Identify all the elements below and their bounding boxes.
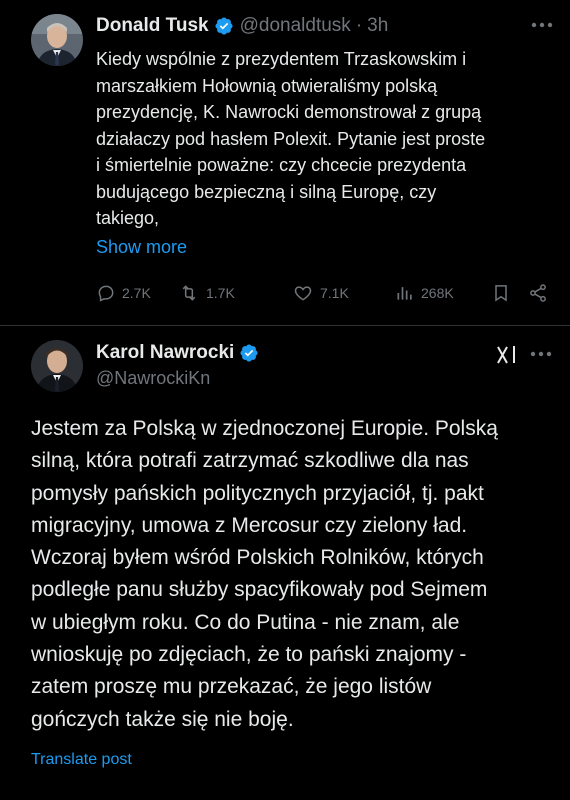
tweet-actions: 2.7K 1.7K 7.1K 268K xyxy=(96,283,556,307)
like-count: 7.1K xyxy=(320,285,349,301)
tweet-text-line: marszałkiem Hołownią otwieraliśmy polską xyxy=(96,75,438,96)
tweet-text-line: budującego bezpieczną i silną Europę, cz… xyxy=(96,181,437,202)
tweet-text-line: pomysły pańskich politycznych przyjaciół… xyxy=(31,481,484,505)
repost-icon xyxy=(182,285,196,301)
grok-icon[interactable] xyxy=(494,343,518,367)
verified-badge-icon xyxy=(240,344,258,362)
bookmark-button[interactable] xyxy=(491,283,517,303)
tweet-text-line: Wczoraj byłem wśród Polskich Rolników, k… xyxy=(31,546,484,570)
tweet-text-line: zatem proszę mu przekazać, że jego listó… xyxy=(31,675,432,699)
tweet-donald-tusk[interactable]: Donald Tusk @donaldtusk · 3h Kiedy wspól… xyxy=(0,0,570,330)
like-button[interactable]: 7.1K xyxy=(292,283,349,303)
tweet-text: Kiedy wspólnie z prezydentem Trzaskowski… xyxy=(96,46,551,232)
share-button[interactable] xyxy=(528,283,554,303)
more-options-icon[interactable] xyxy=(530,350,552,358)
share-icon xyxy=(530,284,546,302)
tweet-header: Karol Nawrocki xyxy=(96,340,259,366)
tweet-text-line: takiego, xyxy=(96,208,160,228)
author-handle[interactable]: @NawrockiKn xyxy=(96,368,210,389)
repost-button[interactable]: 1.7K xyxy=(178,283,235,303)
timestamp[interactable]: 3h xyxy=(367,15,388,37)
tweet-header: Donald Tusk @donaldtusk · 3h xyxy=(96,13,388,39)
tweet-text: Jestem za Polską w zjednoczonej Europie.… xyxy=(31,413,561,736)
tweet-text-line: i śmiertelnie poważne: czy chcecie prezy… xyxy=(96,155,467,175)
tweet-text-line: silną, która potrafi zatrzymać szkodliwe… xyxy=(31,449,469,473)
avatar[interactable] xyxy=(31,340,83,392)
reply-icon xyxy=(98,285,114,302)
views-icon xyxy=(397,287,412,300)
views-button[interactable]: 268K xyxy=(395,283,454,303)
avatar[interactable] xyxy=(31,14,83,66)
repost-count: 1.7K xyxy=(206,285,235,301)
separator-dot: · xyxy=(355,15,363,36)
tweet-text-line: Jestem za Polską w zjednoczonej Europie.… xyxy=(31,417,498,440)
tweet-text-line: podległe panu służby spacyfikowały pod S… xyxy=(31,578,488,602)
author-name[interactable]: Donald Tusk xyxy=(96,15,209,37)
more-options-icon[interactable] xyxy=(531,21,553,29)
reply-button[interactable]: 2.7K xyxy=(96,283,151,303)
views-count: 268K xyxy=(421,285,454,301)
tweet-text-line: wnioskuję po zdjęciach, że to pański zna… xyxy=(31,643,467,667)
tweet-text-line: migracyjny, umowa z Mercosur czy zielony… xyxy=(31,513,468,537)
tweet-text-line: działaczy pod hasłem Polexit. Pytanie je… xyxy=(96,128,486,149)
show-more-link[interactable]: Show more xyxy=(96,237,187,258)
verified-badge-icon xyxy=(215,17,233,35)
tweet-text-line: Kiedy wspólnie z prezydentem Trzaskowski… xyxy=(96,49,467,69)
bookmark-icon xyxy=(495,285,507,302)
like-icon xyxy=(294,286,312,301)
author-name[interactable]: Karol Nawrocki xyxy=(96,342,234,364)
tweet-text-line: gończych także się nie boję. xyxy=(31,707,294,731)
translate-post-link[interactable]: Translate post xyxy=(31,751,132,769)
tweet-divider xyxy=(0,325,570,326)
tweet-text-line: prezydencję, K. Nawrocki demonstrował z … xyxy=(96,102,482,122)
reply-count: 2.7K xyxy=(122,285,151,301)
author-handle[interactable]: @donaldtusk xyxy=(240,15,351,37)
tweet-text-line: w ubiegłym roku. Co do Putina - nie znam… xyxy=(31,610,460,634)
